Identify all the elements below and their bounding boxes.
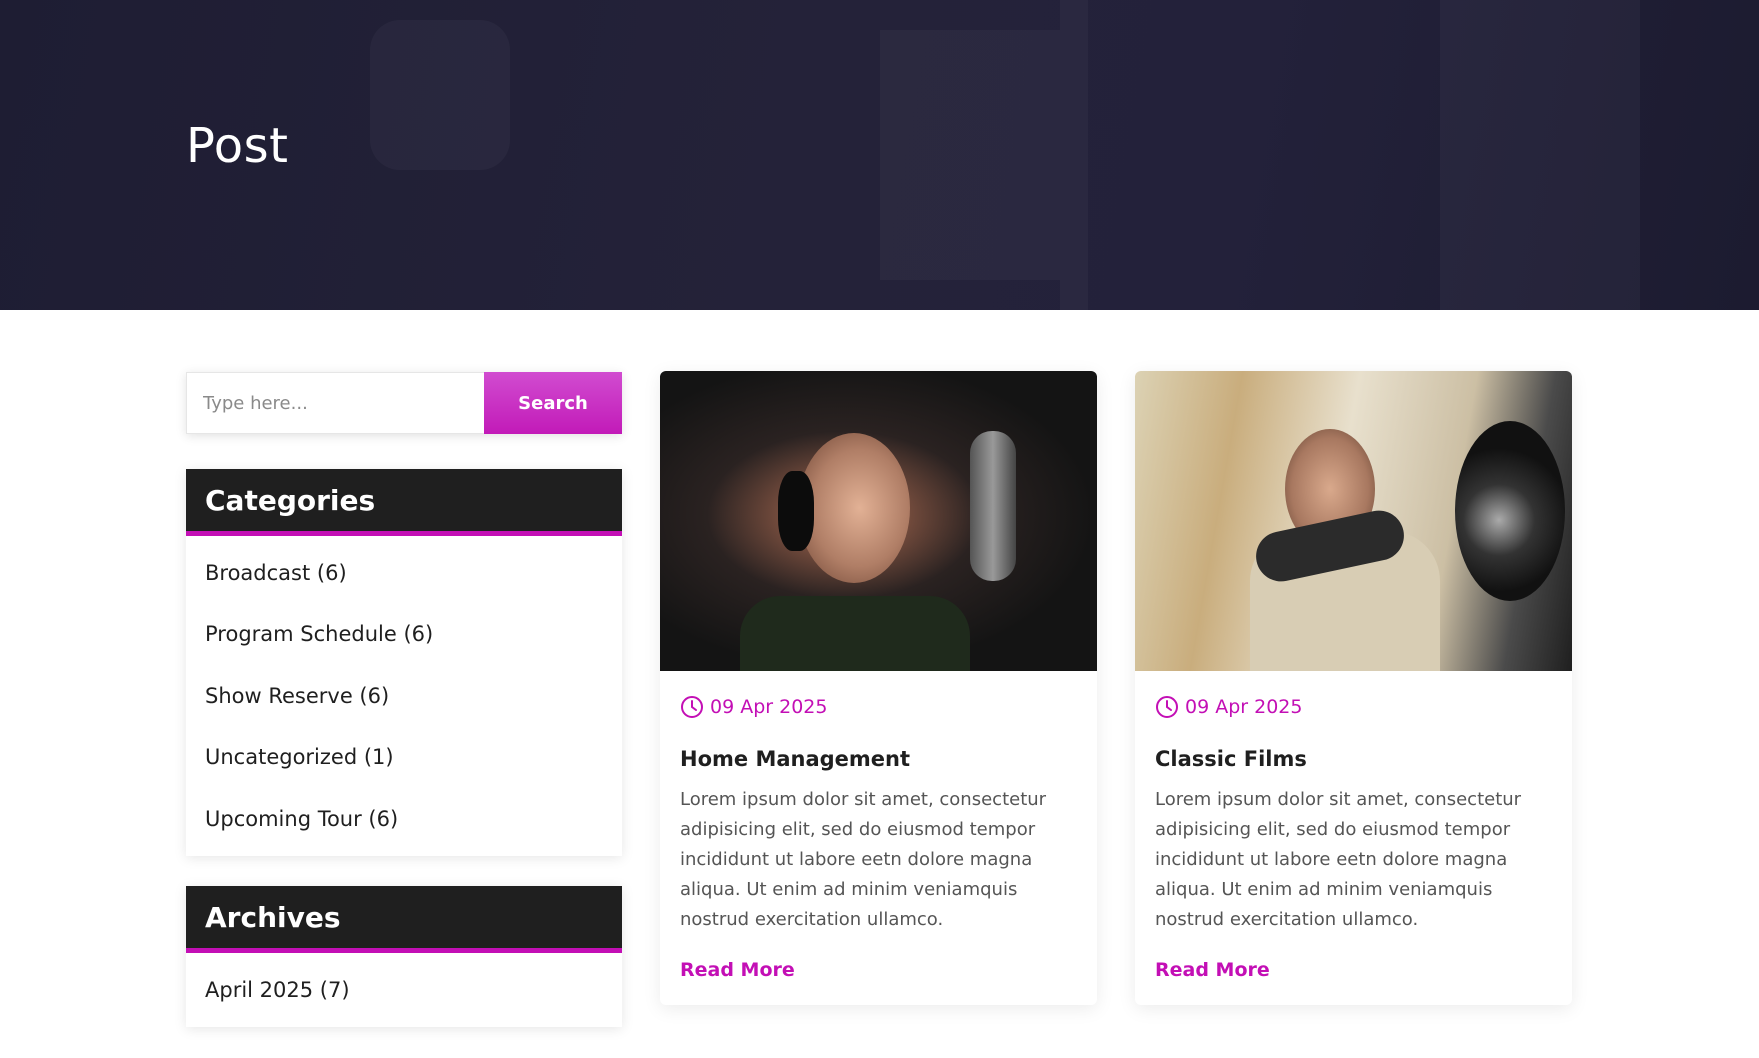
post-card: 09 Apr 2025 Home Management Lorem ipsum …: [660, 371, 1097, 1005]
categories-list: Broadcast (6) Program Schedule (6) Show …: [186, 536, 622, 856]
category-item[interactable]: Upcoming Tour (6): [205, 788, 603, 850]
clock-icon: [1156, 696, 1178, 718]
categories-widget-header: Categories: [186, 469, 622, 536]
post-date: 09 Apr 2025: [680, 695, 827, 719]
read-more-link[interactable]: Read More: [680, 959, 795, 981]
archives-list: April 2025 (7): [186, 953, 622, 1027]
search-button[interactable]: Search: [484, 372, 622, 434]
post-title[interactable]: Home Management: [680, 747, 910, 771]
category-item[interactable]: Show Reserve (6): [205, 665, 603, 727]
hero-background-shape: [1440, 0, 1640, 310]
hero-background-shape: [370, 20, 510, 170]
read-more-link[interactable]: Read More: [1155, 959, 1270, 981]
post-card: 09 Apr 2025 Classic Films Lorem ipsum do…: [1135, 371, 1572, 1005]
post-date-text: 09 Apr 2025: [1185, 696, 1303, 718]
post-excerpt: Lorem ipsum dolor sit amet, consectetur …: [680, 789, 1047, 930]
image-headphones: [778, 471, 814, 551]
post-date: 09 Apr 2025: [1155, 695, 1302, 719]
hero-background-shape: [880, 30, 1060, 280]
image-subject-head: [798, 433, 910, 583]
archives-widget: Archives April 2025 (7): [186, 886, 622, 1027]
category-item[interactable]: Program Schedule (6): [205, 604, 603, 666]
archives-widget-header: Archives: [186, 886, 622, 953]
search-input[interactable]: [186, 372, 484, 434]
clock-icon: [681, 696, 703, 718]
image-microphone: [970, 431, 1016, 581]
image-headphones: [1455, 421, 1565, 601]
page-title: Post: [186, 118, 289, 174]
categories-widget: Categories Broadcast (6) Program Schedul…: [186, 469, 622, 856]
post-image[interactable]: [660, 371, 1097, 671]
hero-background-shape: [1060, 0, 1088, 310]
post-image[interactable]: [1135, 371, 1572, 671]
page-hero: Post: [0, 0, 1759, 310]
image-subject-body: [740, 596, 970, 671]
archives-title: Archives: [205, 900, 341, 934]
category-item[interactable]: Broadcast (6): [205, 542, 603, 604]
post-excerpt: Lorem ipsum dolor sit amet, consectetur …: [1155, 789, 1522, 930]
archive-item[interactable]: April 2025 (7): [205, 959, 603, 1021]
search-form: Search: [186, 372, 622, 434]
categories-title: Categories: [205, 483, 376, 517]
post-date-text: 09 Apr 2025: [710, 696, 828, 718]
category-item[interactable]: Uncategorized (1): [205, 727, 603, 789]
post-title[interactable]: Classic Films: [1155, 747, 1307, 771]
